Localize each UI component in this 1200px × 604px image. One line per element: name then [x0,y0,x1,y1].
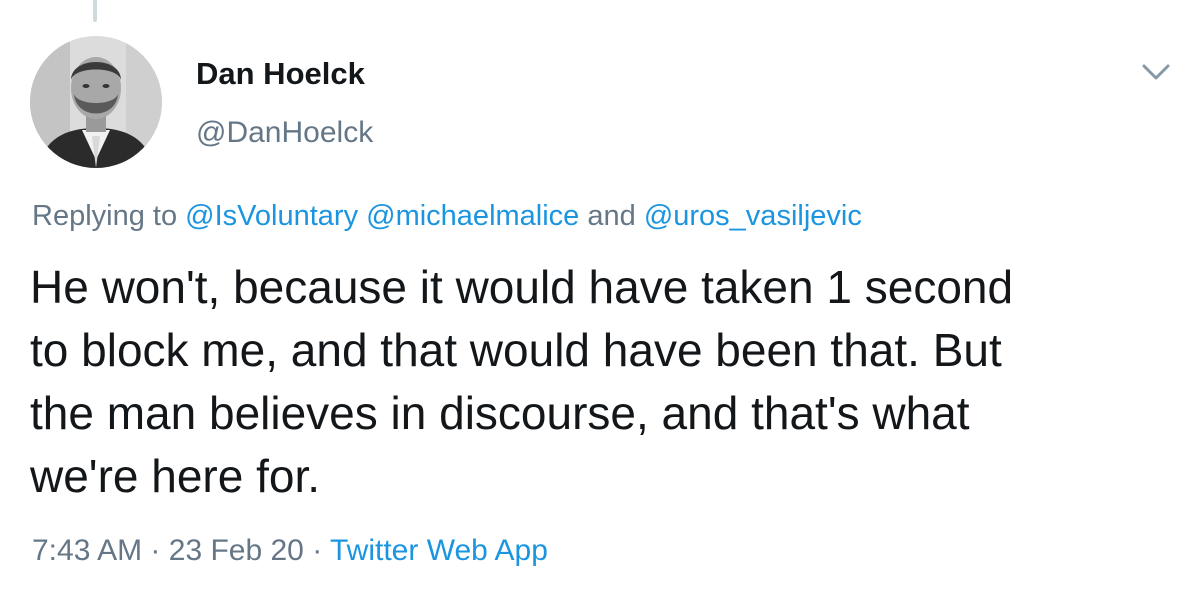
meta-separator: · [312,534,323,567]
mention-link-michaelmalice[interactable]: @michaelmalice [366,200,579,232]
tweet-menu-button[interactable] [1140,60,1172,84]
tweet-source-link[interactable]: Twitter Web App [330,534,548,567]
tweet-date[interactable]: 23 Feb 20 [169,534,304,567]
tweet-metadata: 7:43 AM · 23 Feb 20 · Twitter Web App [32,534,548,568]
tweet-text-line: we're here for. [30,450,321,502]
tweet-text-line: He won't, because it would have taken 1 … [30,261,1014,313]
replying-to-line: Replying to @IsVoluntary @michaelmalice … [32,200,862,233]
mention-link-uros-vasiljevic[interactable]: @uros_vasiljevic [644,200,862,232]
tweet-text-line: the man believes in discourse, and that'… [30,387,970,439]
meta-separator: · [150,534,161,567]
replying-to-label: Replying to [32,200,178,232]
mention-link-isvoluntary[interactable]: @IsVoluntary [185,200,358,232]
tweet-card: Dan Hoelck @DanHoelck Replying to @IsVol… [0,0,1200,604]
tweet-text: He won't, because it would have taken 1 … [30,256,1170,508]
tweet-time[interactable]: 7:43 AM [32,534,142,567]
author-handle[interactable]: @DanHoelck [196,116,373,150]
author-display-name[interactable]: Dan Hoelck [196,56,365,92]
thread-connector-line [93,0,97,22]
replying-to-conjunction: and [587,200,636,232]
tweet-text-line: to block me, and that would have been th… [30,324,1002,376]
chevron-down-icon [1142,64,1170,80]
avatar[interactable] [30,36,162,168]
avatar-photo-icon [30,36,162,168]
